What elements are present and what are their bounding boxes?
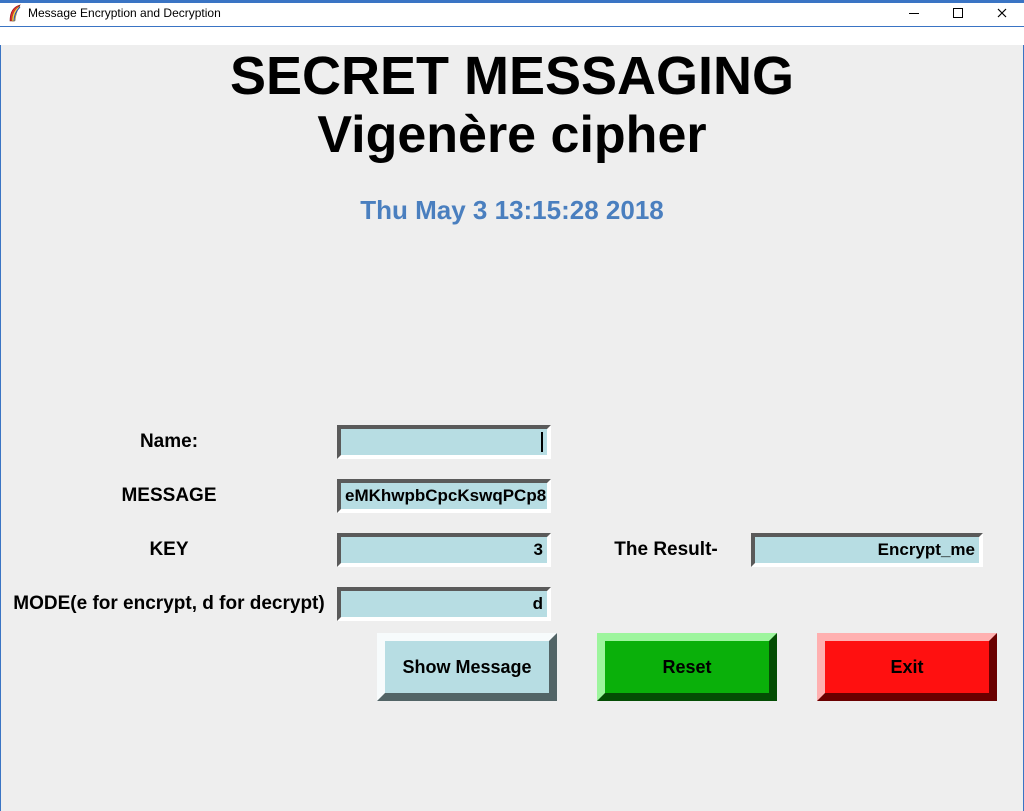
form-area: Name: MESSAGE eMKhwpbCpcKswqPCp8 KEY 3 T… <box>1 415 1023 631</box>
row-name: Name: <box>1 415 1023 469</box>
heading-line1: SECRET MESSAGING <box>1 45 1023 107</box>
output-result[interactable]: Encrypt_me <box>751 533 983 567</box>
input-mode[interactable]: d <box>337 587 551 621</box>
exit-button[interactable]: Exit <box>817 633 997 701</box>
label-key: KEY <box>1 539 337 561</box>
input-message-value: eMKhwpbCpcKswqPCp8 <box>345 486 546 506</box>
show-message-button-label: Show Message <box>402 657 531 678</box>
reset-button-label: Reset <box>662 657 711 678</box>
minimize-button[interactable] <box>892 0 936 26</box>
input-name[interactable] <box>337 425 551 459</box>
exit-button-label: Exit <box>890 657 923 678</box>
window-top-accent <box>0 0 1024 3</box>
row-mode: MODE(e for encrypt, d for decrypt) d <box>1 577 1023 631</box>
window-title: Message Encryption and Decryption <box>28 6 221 20</box>
input-message[interactable]: eMKhwpbCpcKswqPCp8 <box>337 479 551 513</box>
input-mode-value: d <box>533 594 543 614</box>
input-key-value: 3 <box>534 540 543 560</box>
window-titlebar: Message Encryption and Decryption <box>0 0 1024 27</box>
row-key: KEY 3 The Result- Encrypt_me <box>1 523 1023 577</box>
output-result-value: Encrypt_me <box>878 540 975 560</box>
row-message: MESSAGE eMKhwpbCpcKswqPCp8 <box>1 469 1023 523</box>
show-message-button[interactable]: Show Message <box>377 633 557 701</box>
label-name: Name: <box>1 431 337 453</box>
datetime-label: Thu May 3 13:15:28 2018 <box>1 195 1023 226</box>
label-result: The Result- <box>581 539 751 561</box>
input-key[interactable]: 3 <box>337 533 551 567</box>
heading-line2: Vigenère cipher <box>1 105 1023 165</box>
close-button[interactable] <box>980 0 1024 26</box>
button-row: Show Message Reset Exit <box>377 633 997 701</box>
window-controls <box>892 0 1024 26</box>
tk-feather-icon <box>8 4 22 22</box>
maximize-button[interactable] <box>936 0 980 26</box>
label-message: MESSAGE <box>1 485 337 507</box>
reset-button[interactable]: Reset <box>597 633 777 701</box>
app-client-area: SECRET MESSAGING Vigenère cipher Thu May… <box>0 45 1024 811</box>
label-mode: MODE(e for encrypt, d for decrypt) <box>1 593 337 615</box>
text-caret-icon <box>541 432 543 452</box>
